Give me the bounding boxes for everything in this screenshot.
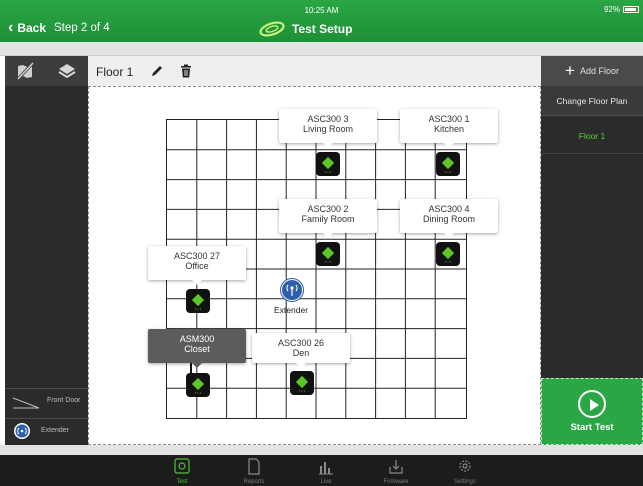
door-icon: [12, 397, 40, 408]
device-room: Closet: [184, 344, 210, 354]
sidebar-item-front-door[interactable]: Front Door: [5, 388, 88, 412]
right-sidebar: + Add Floor Change Floor Plan Floor 1 St…: [541, 56, 643, 445]
device-room: Office: [185, 261, 209, 271]
sensor-device-dining-room[interactable]: • • •: [436, 242, 460, 266]
tab-bar: Test Reports Live Firmware Settings: [0, 455, 643, 486]
tab-label: Test: [176, 479, 188, 485]
trash-icon[interactable]: [180, 64, 192, 78]
device-label-closet[interactable]: ASM300 Closet: [148, 329, 246, 368]
sensor-device-kitchen[interactable]: • • •: [436, 152, 460, 176]
sidebar-item-label: Extender: [41, 427, 70, 434]
change-floor-plan-button[interactable]: Change Floor Plan: [541, 86, 643, 116]
start-test-label: Start Test: [570, 422, 614, 433]
device-room: Dining Room: [422, 214, 476, 224]
battery-percent: 92%: [603, 5, 620, 14]
device-label-family-room[interactable]: ASC300 2 Family Room: [279, 199, 377, 238]
device-model: ASC300 3: [307, 114, 349, 124]
tab-label: Firmware: [383, 479, 409, 485]
device-model: ASC300 2: [307, 204, 349, 214]
device-label-kitchen[interactable]: ASC300 1 Kitchen: [400, 109, 498, 148]
reports-icon: [248, 458, 260, 475]
bottom-divider-strip: [0, 445, 643, 455]
tab-live[interactable]: Live: [306, 455, 346, 486]
sensor-device-family-room[interactable]: • • •: [316, 242, 340, 266]
floor-list-item[interactable]: Floor 1: [541, 118, 643, 154]
top-bar: 10:25 AM 92% ‹ Back Step 2 of 4 Test Set…: [0, 0, 643, 42]
start-test-button[interactable]: Start Test: [541, 378, 643, 445]
brand-logo-icon: [259, 21, 285, 37]
hide-devices-icon[interactable]: [15, 61, 35, 81]
top-divider-strip: [0, 42, 643, 56]
device-model: ASC300 27: [173, 251, 221, 261]
device-model: ASC300 26: [277, 338, 325, 348]
device-room: Family Room: [301, 214, 355, 224]
pencil-icon[interactable]: [150, 64, 164, 78]
device-room: Kitchen: [433, 124, 465, 134]
status-time: 10:25 AM: [304, 6, 339, 15]
sidebar-item-label: Front Door: [47, 397, 81, 404]
sensor-device-closet[interactable]: • • •: [186, 363, 210, 397]
device-label-den[interactable]: ASC300 26 Den: [252, 333, 350, 368]
left-toolbar: [5, 56, 88, 86]
title-group: Test Setup: [258, 20, 352, 38]
battery-icon: [623, 6, 639, 13]
sensor-device-living-room[interactable]: • • •: [316, 152, 340, 176]
device-room: Den: [292, 348, 310, 358]
extender-icon[interactable]: [279, 277, 305, 303]
device-label-dining-room[interactable]: ASC300 4 Dining Room: [400, 199, 498, 238]
layers-icon[interactable]: [57, 61, 77, 81]
status-battery: 92%: [604, 5, 639, 14]
tab-settings[interactable]: Settings: [445, 455, 485, 486]
step-indicator: Step 2 of 4: [54, 22, 110, 34]
plus-icon: +: [565, 61, 575, 80]
extender-icon: [14, 422, 30, 439]
device-model: ASC300 4: [428, 204, 470, 214]
device-model: ASM300: [179, 334, 215, 344]
tab-label: Reports: [243, 479, 265, 485]
device-label-living-room[interactable]: ASC300 3 Living Room: [279, 109, 377, 148]
floor-name: Floor 1: [96, 65, 134, 79]
sidebar-item-extender[interactable]: Extender: [5, 418, 88, 442]
play-icon: [578, 390, 606, 418]
download-icon: [389, 460, 403, 474]
floor-plan-canvas[interactable]: ASC300 3 Living Room ASC300 1 Kitchen AS…: [88, 86, 541, 445]
floor-header: Floor 1: [88, 56, 541, 86]
device-label-office[interactable]: ASC300 27 Office: [148, 246, 246, 285]
bar-chart-icon: [319, 462, 333, 475]
left-sidebar: Front Door Extender: [5, 56, 88, 445]
device-model: ASC300 1: [428, 114, 470, 124]
back-label: Back: [17, 21, 47, 35]
extender-label: Extender: [274, 305, 309, 315]
tab-label: Live: [320, 479, 332, 485]
tab-label: Settings: [454, 479, 476, 485]
page-title: Test Setup: [292, 22, 353, 36]
gear-icon: [459, 460, 471, 472]
tab-test[interactable]: Test: [162, 455, 202, 486]
test-icon: [174, 458, 190, 474]
chevron-left-icon: ‹: [8, 19, 14, 36]
sensor-device-den[interactable]: • • •: [290, 371, 314, 395]
back-button[interactable]: ‹ Back: [8, 20, 46, 36]
sensor-device-office[interactable]: • • •: [186, 289, 210, 313]
add-floor-label: Add Floor: [579, 66, 619, 76]
tab-reports[interactable]: Reports: [234, 455, 274, 486]
device-room: Living Room: [302, 124, 354, 134]
add-floor-button[interactable]: + Add Floor: [541, 56, 643, 86]
tab-firmware[interactable]: Firmware: [376, 455, 416, 486]
